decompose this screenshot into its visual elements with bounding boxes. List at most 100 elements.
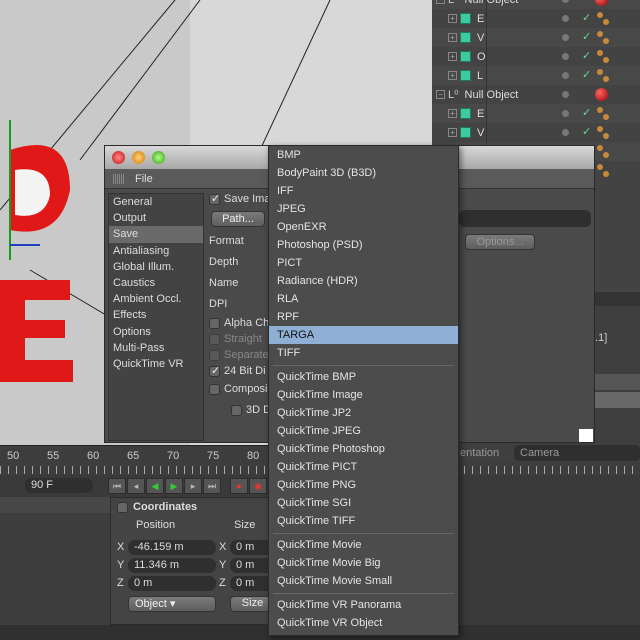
format-option[interactable]: QuickTime Movie Big bbox=[269, 554, 458, 572]
enabled-check-icon[interactable]: ✓ bbox=[582, 106, 591, 119]
expand-icon[interactable]: − bbox=[436, 90, 445, 99]
object-row[interactable]: + O ✓ bbox=[432, 47, 640, 66]
format-option[interactable]: QuickTime Movie bbox=[269, 536, 458, 554]
3d-checkbox[interactable] bbox=[231, 405, 242, 416]
category-effects[interactable]: Effects bbox=[109, 307, 203, 323]
play-backward-icon[interactable]: ◀ bbox=[146, 478, 164, 494]
camera-field[interactable]: Camera bbox=[514, 445, 640, 461]
phong-tag-icon[interactable] bbox=[597, 145, 603, 151]
go-to-start-icon[interactable]: ⏮ bbox=[108, 478, 126, 494]
options-button[interactable]: Options... bbox=[465, 234, 535, 250]
visibility-dot[interactable] bbox=[562, 15, 569, 22]
format-option[interactable]: QuickTime SGI bbox=[269, 494, 458, 512]
enabled-check-icon[interactable]: ✓ bbox=[582, 125, 591, 138]
end-frame-field[interactable]: 90 F bbox=[25, 478, 93, 493]
object-row[interactable]: + E ✓ bbox=[432, 104, 640, 123]
format-option[interactable]: OpenEXR bbox=[269, 218, 458, 236]
path-field[interactable] bbox=[459, 210, 591, 227]
format-option[interactable]: TIFF bbox=[269, 344, 458, 362]
expand-icon[interactable]: + bbox=[448, 71, 457, 80]
minimize-icon[interactable] bbox=[132, 151, 145, 164]
category-output[interactable]: Output bbox=[109, 210, 203, 226]
category-options[interactable]: Options bbox=[109, 324, 203, 340]
object-row[interactable]: + V ✓ bbox=[432, 123, 640, 142]
category-save[interactable]: Save bbox=[109, 226, 203, 243]
format-option[interactable]: RPF bbox=[269, 308, 458, 326]
position-x-field[interactable]: -46.159 m bbox=[128, 540, 216, 555]
expand-icon[interactable]: + bbox=[448, 109, 457, 118]
close-icon[interactable] bbox=[112, 151, 125, 164]
separate-alpha-checkbox[interactable] bbox=[209, 350, 220, 361]
object-row[interactable]: + E ✓ bbox=[432, 9, 640, 28]
previous-key-icon[interactable]: ◂ bbox=[127, 478, 145, 494]
alpha-channel-checkbox[interactable] bbox=[209, 318, 220, 329]
format-option[interactable]: QuickTime VR Panorama bbox=[269, 596, 458, 614]
coordinate-mode-dropdown[interactable]: Object ▾ bbox=[128, 596, 216, 612]
format-option[interactable]: Radiance (HDR) bbox=[269, 272, 458, 290]
enabled-check-icon[interactable]: ✓ bbox=[582, 68, 591, 81]
format-option[interactable]: IFF bbox=[269, 182, 458, 200]
category-general[interactable]: General bbox=[109, 194, 203, 210]
category-multi-pass[interactable]: Multi-Pass bbox=[109, 340, 203, 356]
category-global-illum-[interactable]: Global Illum. bbox=[109, 259, 203, 275]
expand-icon[interactable]: + bbox=[448, 128, 457, 137]
play-forward-icon[interactable]: ▶ bbox=[165, 478, 183, 494]
format-option[interactable]: QuickTime Movie Small bbox=[269, 572, 458, 590]
go-to-end-icon[interactable]: ⏭ bbox=[203, 478, 221, 494]
visibility-dot[interactable] bbox=[562, 34, 569, 41]
expand-icon[interactable]: + bbox=[448, 33, 457, 42]
visibility-dot[interactable] bbox=[562, 110, 569, 117]
format-option[interactable]: JPEG bbox=[269, 200, 458, 218]
expand-icon[interactable]: − bbox=[436, 0, 445, 4]
format-option[interactable]: QuickTime Photoshop bbox=[269, 440, 458, 458]
format-option[interactable]: QuickTime PNG bbox=[269, 476, 458, 494]
format-option[interactable]: TARGA bbox=[269, 326, 458, 344]
phong-tag-icon[interactable] bbox=[597, 107, 603, 113]
visibility-dot[interactable] bbox=[562, 0, 569, 3]
24bit-dither-checkbox[interactable]: ✓ bbox=[209, 365, 220, 377]
material-tag-icon[interactable] bbox=[595, 88, 608, 101]
next-key-icon[interactable]: ▸ bbox=[184, 478, 202, 494]
category-quicktime-vr[interactable]: QuickTime VR bbox=[109, 356, 203, 372]
category-caustics[interactable]: Caustics bbox=[109, 275, 203, 291]
phong-tag-icon[interactable] bbox=[597, 50, 603, 56]
menu-file[interactable]: File bbox=[135, 173, 153, 185]
phong-tag-icon[interactable] bbox=[597, 31, 603, 37]
expand-icon[interactable]: + bbox=[448, 52, 457, 61]
format-option[interactable]: BMP bbox=[269, 146, 458, 164]
phong-tag-icon[interactable] bbox=[597, 12, 603, 18]
category-antialiasing[interactable]: Antialiasing bbox=[109, 243, 203, 259]
object-row[interactable]: −L⁰ Null Object bbox=[432, 85, 640, 104]
format-option[interactable]: QuickTime PICT bbox=[269, 458, 458, 476]
format-option[interactable]: QuickTime JP2 bbox=[269, 404, 458, 422]
object-row[interactable]: + L ✓ bbox=[432, 66, 640, 85]
visibility-dot[interactable] bbox=[562, 91, 569, 98]
path-button[interactable]: Path... bbox=[211, 211, 265, 227]
position-y-field[interactable]: 11.346 m bbox=[128, 558, 216, 573]
format-option[interactable]: QuickTime VR Object bbox=[269, 614, 458, 632]
object-row[interactable]: + V ✓ bbox=[432, 28, 640, 47]
format-option[interactable]: BodyPaint 3D (B3D) bbox=[269, 164, 458, 182]
coordinates-toggle[interactable] bbox=[117, 502, 128, 513]
object-row[interactable]: −L⁰ Null Object bbox=[432, 0, 640, 9]
phong-tag-icon[interactable] bbox=[597, 69, 603, 75]
format-option[interactable]: QuickTime TIFF bbox=[269, 512, 458, 530]
resize-grip-icon[interactable] bbox=[579, 429, 593, 442]
enabled-check-icon[interactable]: ✓ bbox=[582, 30, 591, 43]
format-option[interactable]: PICT bbox=[269, 254, 458, 272]
record-icon[interactable]: ● bbox=[230, 478, 248, 494]
category-ambient-occl-[interactable]: Ambient Occl. bbox=[109, 291, 203, 307]
material-tag-icon[interactable] bbox=[595, 0, 608, 6]
format-option[interactable]: QuickTime BMP bbox=[269, 368, 458, 386]
autokey-icon[interactable]: ◉ bbox=[249, 478, 267, 494]
format-option[interactable]: QuickTime Image bbox=[269, 386, 458, 404]
enabled-check-icon[interactable]: ✓ bbox=[582, 49, 591, 62]
zoom-icon[interactable] bbox=[152, 151, 165, 164]
phong-tag-icon[interactable] bbox=[597, 126, 603, 132]
phong-tag-icon[interactable] bbox=[597, 164, 603, 170]
format-option[interactable]: RLA bbox=[269, 290, 458, 308]
compositing-checkbox[interactable] bbox=[209, 384, 220, 395]
visibility-dot[interactable] bbox=[562, 72, 569, 79]
expand-icon[interactable]: + bbox=[448, 14, 457, 23]
visibility-dot[interactable] bbox=[562, 129, 569, 136]
